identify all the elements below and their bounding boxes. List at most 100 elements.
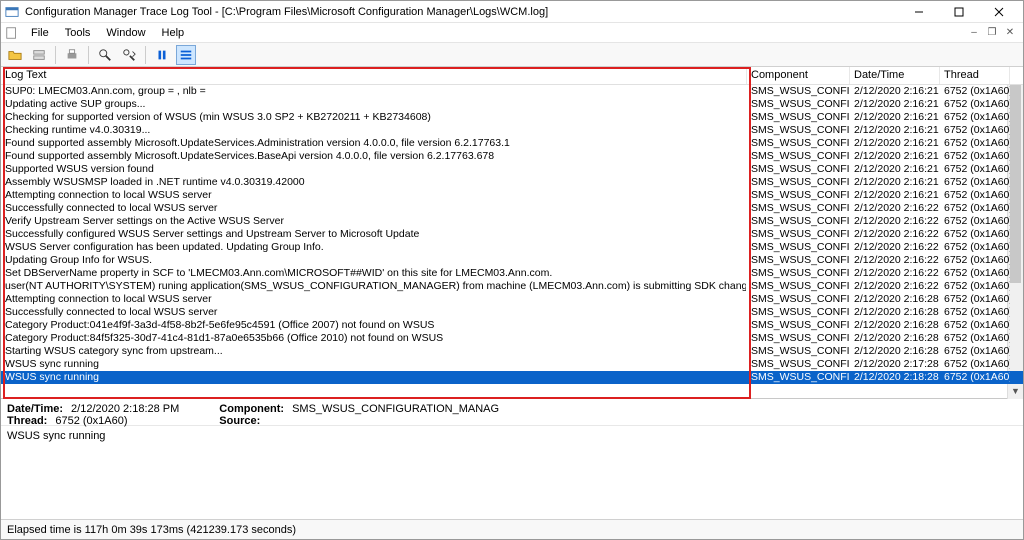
mdi-minimize-button[interactable]: ‒ bbox=[967, 25, 981, 39]
thread-cell: 6752 (0x1A60) bbox=[940, 137, 1010, 150]
thread-cell: 6752 (0x1A60) bbox=[940, 371, 1010, 384]
thread-cell: 6752 (0x1A60) bbox=[940, 293, 1010, 306]
log-row[interactable]: Updating Group Info for WSUS.SMS_WSUS_CO… bbox=[1, 254, 1023, 267]
datetime-cell: 2/12/2020 2:16:22 PM bbox=[850, 280, 940, 293]
log-text-cell: WSUS sync running bbox=[1, 358, 747, 371]
log-row[interactable]: Set DBServerName property in SCF to 'LME… bbox=[1, 267, 1023, 280]
close-button[interactable] bbox=[979, 1, 1019, 23]
thread-cell: 6752 (0x1A60) bbox=[940, 176, 1010, 189]
component-cell: SMS_WSUS_CONFIGURATIO bbox=[747, 228, 850, 241]
log-row[interactable]: Successfully configured WSUS Server sett… bbox=[1, 228, 1023, 241]
component-cell: SMS_WSUS_CONFIGURATIO bbox=[747, 137, 850, 150]
thread-cell: 6752 (0x1A60) bbox=[940, 150, 1010, 163]
component-cell: SMS_WSUS_CONFIGURATIO bbox=[747, 215, 850, 228]
log-text-cell: Supported WSUS version found bbox=[1, 163, 747, 176]
thread-cell: 6752 (0x1A60) bbox=[940, 254, 1010, 267]
component-cell: SMS_WSUS_CONFIGURATIO bbox=[747, 189, 850, 202]
log-row[interactable]: Checking for supported version of WSUS (… bbox=[1, 111, 1023, 124]
log-row[interactable]: WSUS sync runningSMS_WSUS_CONFIGURATIO2/… bbox=[1, 371, 1023, 384]
log-row[interactable]: Category Product:84f5f325-30d7-41c4-81d1… bbox=[1, 332, 1023, 345]
log-row[interactable]: Updating active SUP groups...SMS_WSUS_CO… bbox=[1, 98, 1023, 111]
menu-window[interactable]: Window bbox=[98, 25, 153, 41]
col-header-datetime[interactable]: Date/Time bbox=[850, 67, 940, 84]
datetime-cell: 2/12/2020 2:18:28 PM bbox=[850, 371, 940, 384]
detail-pane: Date/Time:2/12/2020 2:18:28 PM Thread:67… bbox=[1, 398, 1023, 425]
log-row[interactable]: Category Product:041e4f9f-3a3d-4f58-8b2f… bbox=[1, 319, 1023, 332]
log-row[interactable]: Starting WSUS category sync from upstrea… bbox=[1, 345, 1023, 358]
maximize-button[interactable] bbox=[939, 1, 979, 23]
pause-icon[interactable] bbox=[152, 45, 172, 65]
log-text-cell: Checking for supported version of WSUS (… bbox=[1, 111, 747, 124]
datetime-cell: 2/12/2020 2:16:21 PM bbox=[850, 189, 940, 202]
toolbar-separator bbox=[55, 46, 56, 64]
log-row[interactable]: Attempting connection to local WSUS serv… bbox=[1, 189, 1023, 202]
log-row[interactable]: Attempting connection to local WSUS serv… bbox=[1, 293, 1023, 306]
log-text-cell: WSUS sync running bbox=[1, 371, 747, 384]
open-server-icon[interactable] bbox=[29, 45, 49, 65]
component-cell: SMS_WSUS_CONFIGURATIO bbox=[747, 332, 850, 345]
log-row[interactable]: Checking runtime v4.0.30319...SMS_WSUS_C… bbox=[1, 124, 1023, 137]
log-row[interactable]: Verify Upstream Server settings on the A… bbox=[1, 215, 1023, 228]
find-next-icon[interactable] bbox=[119, 45, 139, 65]
log-text-cell: Found supported assembly Microsoft.Updat… bbox=[1, 150, 747, 163]
log-text-cell: Verify Upstream Server settings on the A… bbox=[1, 215, 747, 228]
datetime-cell: 2/12/2020 2:16:22 PM bbox=[850, 241, 940, 254]
log-row[interactable]: WSUS Server configuration has been updat… bbox=[1, 241, 1023, 254]
log-text-cell: Set DBServerName property in SCF to 'LME… bbox=[1, 267, 747, 280]
datetime-cell: 2/12/2020 2:16:28 PM bbox=[850, 306, 940, 319]
app-icon bbox=[5, 5, 19, 19]
component-cell: SMS_WSUS_CONFIGURATIO bbox=[747, 267, 850, 280]
mdi-restore-button[interactable]: ❐ bbox=[985, 25, 999, 39]
doc-icon bbox=[5, 26, 19, 40]
print-icon[interactable] bbox=[62, 45, 82, 65]
toolbar bbox=[1, 43, 1023, 67]
log-row[interactable]: Supported WSUS version foundSMS_WSUS_CON… bbox=[1, 163, 1023, 176]
log-text-cell: user(NT AUTHORITY\SYSTEM) runing applica… bbox=[1, 280, 747, 293]
thread-cell: 6752 (0x1A60) bbox=[940, 124, 1010, 137]
menu-file[interactable]: File bbox=[23, 25, 57, 41]
log-row[interactable]: WSUS sync runningSMS_WSUS_CONFIGURATIO2/… bbox=[1, 358, 1023, 371]
datetime-cell: 2/12/2020 2:16:21 PM bbox=[850, 137, 940, 150]
log-text-cell: Successfully connected to local WSUS ser… bbox=[1, 202, 747, 215]
log-row[interactable]: SUP0: LMECM03.Ann.com, group = , nlb =SM… bbox=[1, 85, 1023, 98]
col-header-component[interactable]: Component bbox=[747, 67, 850, 84]
datetime-cell: 2/12/2020 2:16:22 PM bbox=[850, 254, 940, 267]
col-header-log[interactable]: Log Text bbox=[1, 67, 747, 84]
thread-cell: 6752 (0x1A60) bbox=[940, 228, 1010, 241]
thread-cell: 6752 (0x1A60) bbox=[940, 111, 1010, 124]
detail-thread-label: Thread: bbox=[7, 415, 47, 427]
open-file-icon[interactable] bbox=[5, 45, 25, 65]
component-cell: SMS_WSUS_CONFIGURATIO bbox=[747, 280, 850, 293]
minimize-button[interactable] bbox=[899, 1, 939, 23]
log-row[interactable]: Assembly WSUSMSP loaded in .NET runtime … bbox=[1, 176, 1023, 189]
log-row[interactable]: user(NT AUTHORITY\SYSTEM) runing applica… bbox=[1, 280, 1023, 293]
component-cell: SMS_WSUS_CONFIGURATIO bbox=[747, 111, 850, 124]
component-cell: SMS_WSUS_CONFIGURATIO bbox=[747, 345, 850, 358]
title-bar: Configuration Manager Trace Log Tool - [… bbox=[1, 1, 1023, 23]
log-text-cell: Updating active SUP groups... bbox=[1, 98, 747, 111]
menu-help[interactable]: Help bbox=[154, 25, 193, 41]
log-row[interactable]: Successfully connected to local WSUS ser… bbox=[1, 202, 1023, 215]
highlight-icon[interactable] bbox=[176, 45, 196, 65]
datetime-cell: 2/12/2020 2:16:21 PM bbox=[850, 124, 940, 137]
component-cell: SMS_WSUS_CONFIGURATIO bbox=[747, 241, 850, 254]
thread-cell: 6752 (0x1A60) bbox=[940, 215, 1010, 228]
mdi-close-button[interactable]: ✕ bbox=[1003, 25, 1017, 39]
component-cell: SMS_WSUS_CONFIGURATIO bbox=[747, 163, 850, 176]
component-cell: SMS_WSUS_CONFIGURATIO bbox=[747, 124, 850, 137]
find-icon[interactable] bbox=[95, 45, 115, 65]
col-header-thread[interactable]: Thread bbox=[940, 67, 1010, 84]
log-text-cell: SUP0: LMECM03.Ann.com, group = , nlb = bbox=[1, 85, 747, 98]
log-row[interactable]: Found supported assembly Microsoft.Updat… bbox=[1, 137, 1023, 150]
log-text-cell: Assembly WSUSMSP loaded in .NET runtime … bbox=[1, 176, 747, 189]
log-text-cell: Checking runtime v4.0.30319... bbox=[1, 124, 747, 137]
menu-tools[interactable]: Tools bbox=[57, 25, 99, 41]
grid-body[interactable]: SUP0: LMECM03.Ann.com, group = , nlb =SM… bbox=[1, 85, 1023, 397]
log-text-cell: Category Product:041e4f9f-3a3d-4f58-8b2f… bbox=[1, 319, 747, 332]
datetime-cell: 2/12/2020 2:17:28 PM bbox=[850, 358, 940, 371]
datetime-cell: 2/12/2020 2:16:28 PM bbox=[850, 319, 940, 332]
datetime-cell: 2/12/2020 2:16:21 PM bbox=[850, 85, 940, 98]
log-row[interactable]: Successfully connected to local WSUS ser… bbox=[1, 306, 1023, 319]
datetime-cell: 2/12/2020 2:16:28 PM bbox=[850, 293, 940, 306]
log-row[interactable]: Found supported assembly Microsoft.Updat… bbox=[1, 150, 1023, 163]
